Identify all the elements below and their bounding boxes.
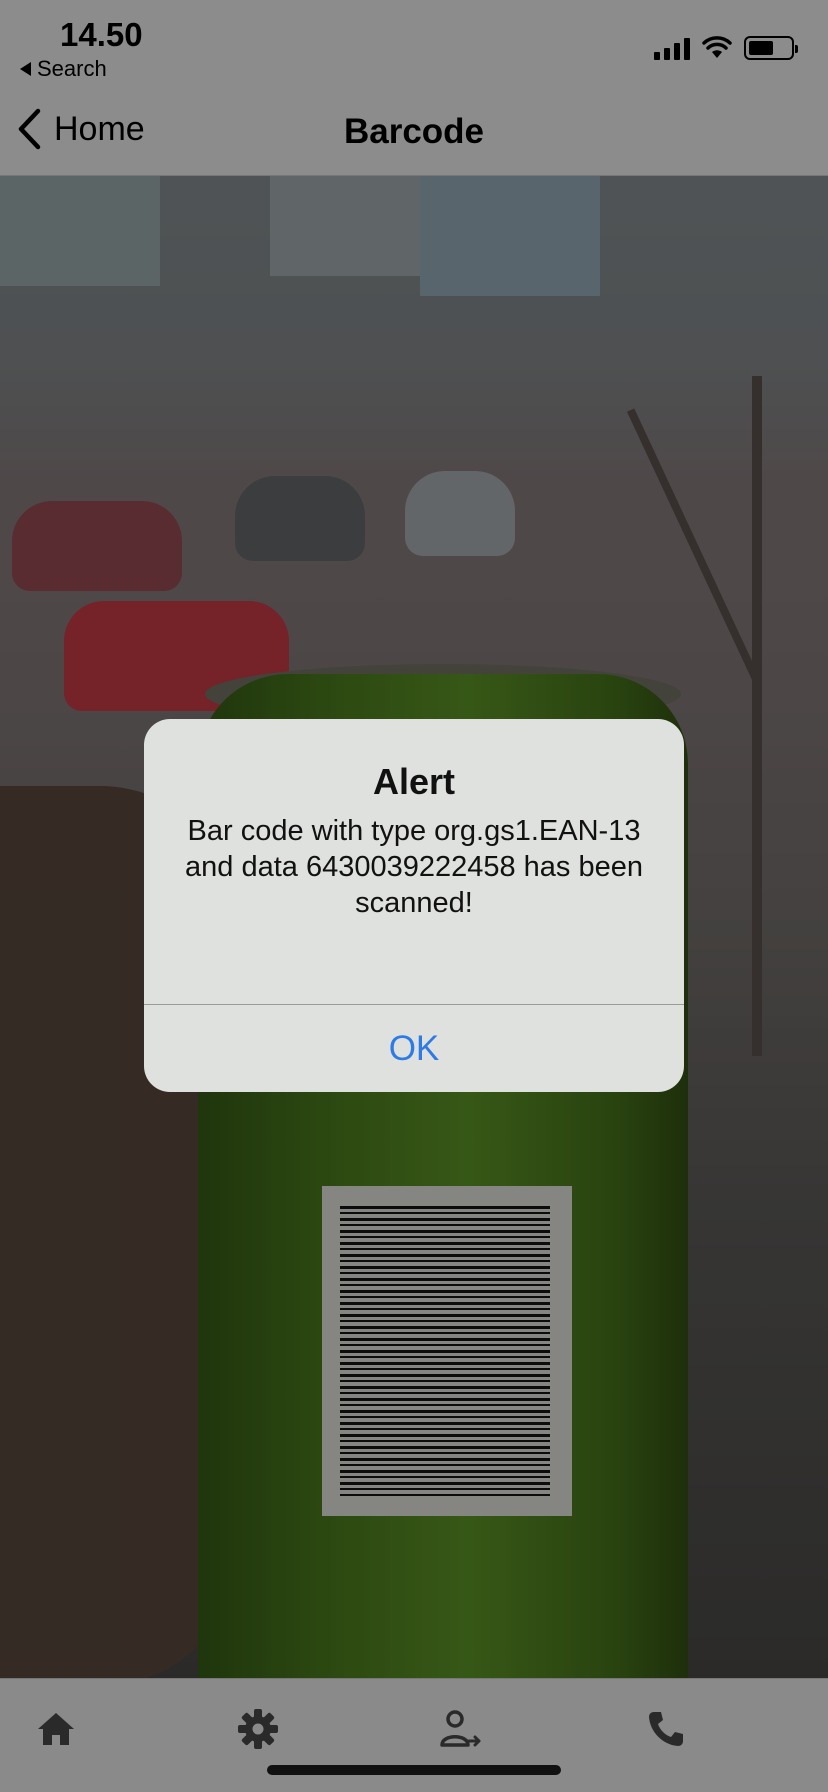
alert-dialog: Alert Bar code with type org.gs1.EAN-13 … [144,719,684,1092]
navigation-bar: Home Barcode [0,88,828,176]
home-indicator[interactable] [267,1765,561,1775]
back-to-app-button[interactable]: Search [20,56,107,82]
status-time: 14.50 [60,16,143,53]
back-to-app-label: Search [37,56,107,81]
phone-icon [649,1712,683,1746]
alert-message: Bar code with type org.gs1.EAN-13 and da… [185,815,643,919]
wifi-icon [702,36,732,58]
tab-settings[interactable] [234,1705,282,1753]
gear-icon [238,1709,278,1749]
status-icons [654,36,798,60]
tab-phone[interactable] [642,1705,690,1753]
alert-ok-button[interactable]: OK [144,1005,684,1092]
page-title: Barcode [343,112,485,151]
tab-home[interactable] [32,1705,80,1753]
home-icon [38,1713,74,1745]
back-triangle-icon [20,62,31,76]
user-transfer-icon [440,1710,481,1747]
status-bar: 14.50 Search [0,0,828,88]
tab-user-transfer[interactable] [437,1705,485,1753]
cellular-signal-icon [654,38,690,60]
battery-icon [744,36,798,60]
alert-title: Alert [372,761,456,802]
